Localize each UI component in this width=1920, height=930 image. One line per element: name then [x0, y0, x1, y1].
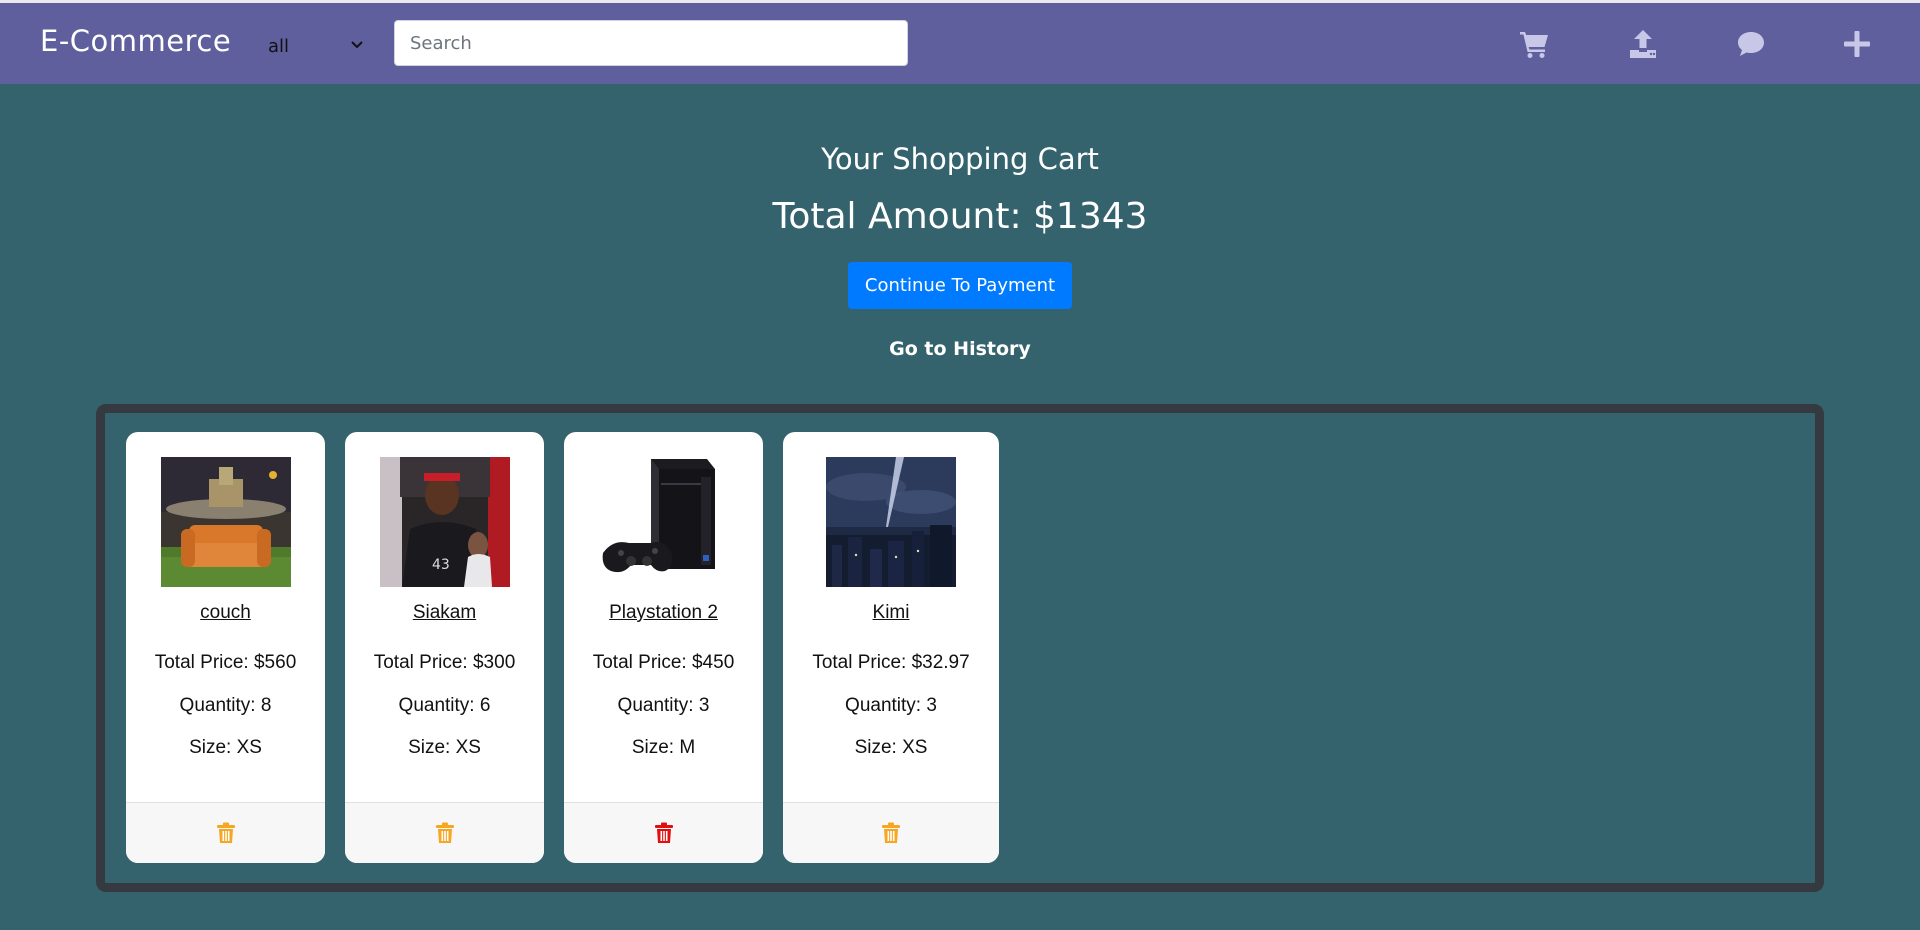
cart-item-card: 43 Siakam Total Price: $300 Quantity: 6 … [345, 432, 544, 863]
trash-icon[interactable] [216, 822, 236, 844]
product-image-playstation-2[interactable] [598, 457, 729, 587]
category-select[interactable]: all [268, 28, 376, 64]
plus-icon[interactable] [1840, 27, 1874, 61]
cart-item-card: Playstation 2 Total Price: $450 Quantity… [564, 432, 763, 863]
product-size: Size: M [631, 737, 696, 758]
product-name-link[interactable]: Playstation 2 [564, 602, 763, 624]
chevron-down-icon [351, 41, 363, 49]
search-input[interactable] [394, 20, 908, 66]
product-total-price: Total Price: $450 [592, 652, 735, 673]
cart-item-card: couch Total Price: $560 Quantity: 8 Size… [126, 432, 325, 863]
card-footer [126, 802, 325, 863]
card-footer [345, 802, 544, 863]
product-size: Size: XS [408, 737, 481, 758]
svg-text:43: 43 [432, 557, 450, 573]
cart-icon[interactable] [1517, 27, 1551, 61]
card-footer [783, 802, 999, 863]
product-name-link[interactable]: Kimi [783, 602, 999, 624]
trash-icon[interactable] [654, 822, 674, 844]
chat-icon[interactable] [1734, 27, 1768, 61]
total-amount: Total Amount: $1343 [772, 196, 1148, 237]
product-size: Size: XS [189, 737, 262, 758]
page-title: Your Shopping Cart [821, 142, 1099, 176]
product-image-kimi[interactable] [826, 457, 956, 587]
navbar: E-Commerce all [0, 3, 1920, 84]
trash-icon[interactable] [435, 822, 455, 844]
product-quantity: Quantity: 8 [179, 695, 272, 716]
product-quantity: Quantity: 6 [398, 695, 491, 716]
product-total-price: Total Price: $32.97 [812, 652, 970, 673]
product-total-price: Total Price: $560 [154, 652, 297, 673]
product-image-siakam[interactable]: 43 [379, 457, 510, 587]
product-name-link[interactable]: couch [126, 602, 325, 624]
product-image-couch[interactable] [160, 457, 291, 587]
category-select-value: all [268, 35, 290, 57]
cart-item-card: Kimi Total Price: $32.97 Quantity: 3 Siz… [783, 432, 999, 863]
continue-to-payment-button[interactable]: Continue To Payment [848, 262, 1072, 309]
product-total-price: Total Price: $300 [373, 652, 516, 673]
brand-logo[interactable]: E-Commerce [40, 24, 231, 58]
trash-icon[interactable] [881, 822, 901, 844]
product-quantity: Quantity: 3 [845, 695, 937, 716]
upload-icon[interactable] [1626, 27, 1660, 61]
card-footer [564, 802, 763, 863]
product-name-link[interactable]: Siakam [345, 602, 544, 624]
product-quantity: Quantity: 3 [617, 695, 710, 716]
product-size: Size: XS [854, 737, 928, 758]
go-to-history-link[interactable]: Go to History [0, 338, 1920, 360]
